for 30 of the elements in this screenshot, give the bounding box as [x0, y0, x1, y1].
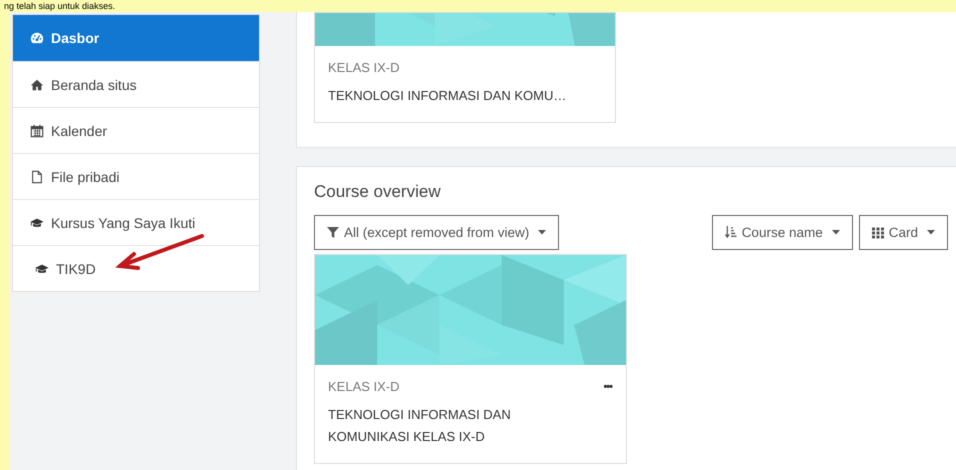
file-icon — [30, 170, 44, 184]
sidebar-item[interactable]: Kursus Yang Saya Ikuti — [13, 199, 259, 245]
course-card[interactable]: KELAS IX-D ••• TEKNOLOGI INFORMASI DAN KOMUNIKASI KELAS IX-D — [314, 254, 627, 464]
caption-text: ng telah siap untuk diakses. — [4, 0, 116, 12]
graduation-cap-icon — [35, 262, 49, 276]
course-title[interactable]: TEKNOLOGI INFORMASI DAN KOMU… — [328, 85, 601, 107]
gauge-icon — [30, 31, 44, 45]
sort-icon — [724, 226, 737, 239]
sidebar-item[interactable]: Dasbor — [13, 15, 259, 61]
course-title[interactable]: TEKNOLOGI INFORMASI DAN KOMUNIKASI KELAS IX-D — [328, 404, 558, 448]
more-menu-button[interactable]: ••• — [603, 380, 612, 392]
sidebar-item[interactable]: Beranda situs — [13, 61, 259, 107]
sidebar-item[interactable]: Kalender — [13, 107, 259, 153]
section-title: Course overview — [314, 182, 442, 202]
sidebar-item[interactable]: TIK9D — [13, 245, 259, 291]
graduation-cap-icon — [30, 216, 44, 230]
caret-icon — [832, 230, 840, 235]
caret-icon — [927, 230, 935, 235]
calendar-icon — [30, 124, 44, 138]
filter-dropdown[interactable]: All (except removed from view) — [314, 215, 560, 250]
course-card[interactable]: KELAS IX-D TEKNOLOGI INFORMASI DAN KOMU… — [314, 12, 616, 123]
filter-icon — [327, 226, 339, 239]
course-category: KELAS IX-D — [328, 60, 400, 75]
course-category: KELAS IX-D — [328, 379, 400, 394]
view-dropdown[interactable]: Card — [858, 215, 948, 250]
caret-icon — [538, 230, 546, 235]
home-icon — [30, 78, 44, 92]
sidebar-item[interactable]: File pribadi — [13, 153, 259, 199]
grid-icon — [872, 226, 884, 239]
sort-dropdown[interactable]: Course name — [712, 215, 853, 250]
